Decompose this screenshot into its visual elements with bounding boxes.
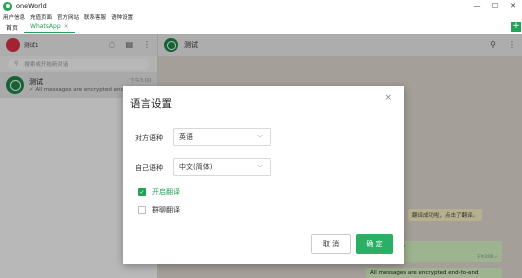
- tab-whatsapp-label: WhatsApp: [30, 23, 61, 30]
- own-language-value: 中文(简体): [179, 163, 213, 171]
- menu-item-support[interactable]: 联系客服: [84, 13, 106, 21]
- app-logo-icon: [3, 1, 12, 11]
- target-language-select[interactable]: 英语 ﹀: [173, 128, 271, 146]
- target-language-label: 对方语种: [135, 134, 163, 142]
- group-translate-checkbox[interactable]: [138, 206, 146, 214]
- tab-home[interactable]: 首页: [0, 21, 24, 33]
- close-icon[interactable]: ×: [384, 93, 392, 103]
- add-tab-button[interactable]: +: [511, 22, 521, 32]
- group-translate-checkbox-row[interactable]: 群聊翻译: [138, 205, 180, 215]
- own-language-select[interactable]: 中文(简体) ﹀: [173, 158, 271, 176]
- menu-item-recharge[interactable]: 充值页面: [30, 13, 52, 21]
- close-window-button[interactable]: ✕: [504, 0, 522, 12]
- enable-translate-checkbox-row[interactable]: ✓ 开启翻译: [138, 187, 180, 197]
- minimize-button[interactable]: —: [468, 0, 486, 12]
- menu-item-website[interactable]: 官方网站: [57, 13, 79, 21]
- language-settings-dialog: 语言设置 × 对方语种 英语 ﹀ 自己语种 中文(简体) ﹀ ✓ 开启翻译 群聊…: [123, 86, 404, 264]
- cancel-button[interactable]: 取 消: [311, 234, 351, 254]
- tab-whatsapp[interactable]: WhatsApp ×: [24, 21, 75, 33]
- enable-translate-label: 开启翻译: [152, 188, 180, 196]
- dialog-title: 语言设置: [130, 98, 172, 110]
- menu-item-language-settings[interactable]: 语种设置: [111, 13, 133, 21]
- menu-item-user-info[interactable]: 用户信息: [3, 13, 25, 21]
- chevron-down-icon: ﹀: [256, 165, 263, 172]
- tab-home-label: 首页: [6, 24, 19, 32]
- title-bar: oneWorld — ☐ ✕: [0, 0, 522, 12]
- target-language-value: 英语: [179, 133, 193, 141]
- menu-bar: 用户信息 充值页面 官方网站 联系客服 语种设置: [0, 12, 522, 21]
- group-translate-label: 群聊翻译: [152, 206, 180, 214]
- tab-bar: 首页 WhatsApp ×: [0, 21, 522, 33]
- chevron-down-icon: ﹀: [256, 135, 263, 142]
- ok-button[interactable]: 确 定: [356, 234, 393, 254]
- own-language-label: 自己语种: [135, 164, 163, 172]
- app-title: oneWorld: [16, 2, 47, 10]
- enable-translate-checkbox[interactable]: ✓: [138, 188, 146, 196]
- maximize-button[interactable]: ☐: [486, 0, 504, 12]
- tab-close-icon[interactable]: ×: [64, 23, 69, 30]
- window-controls: — ☐ ✕: [468, 0, 522, 12]
